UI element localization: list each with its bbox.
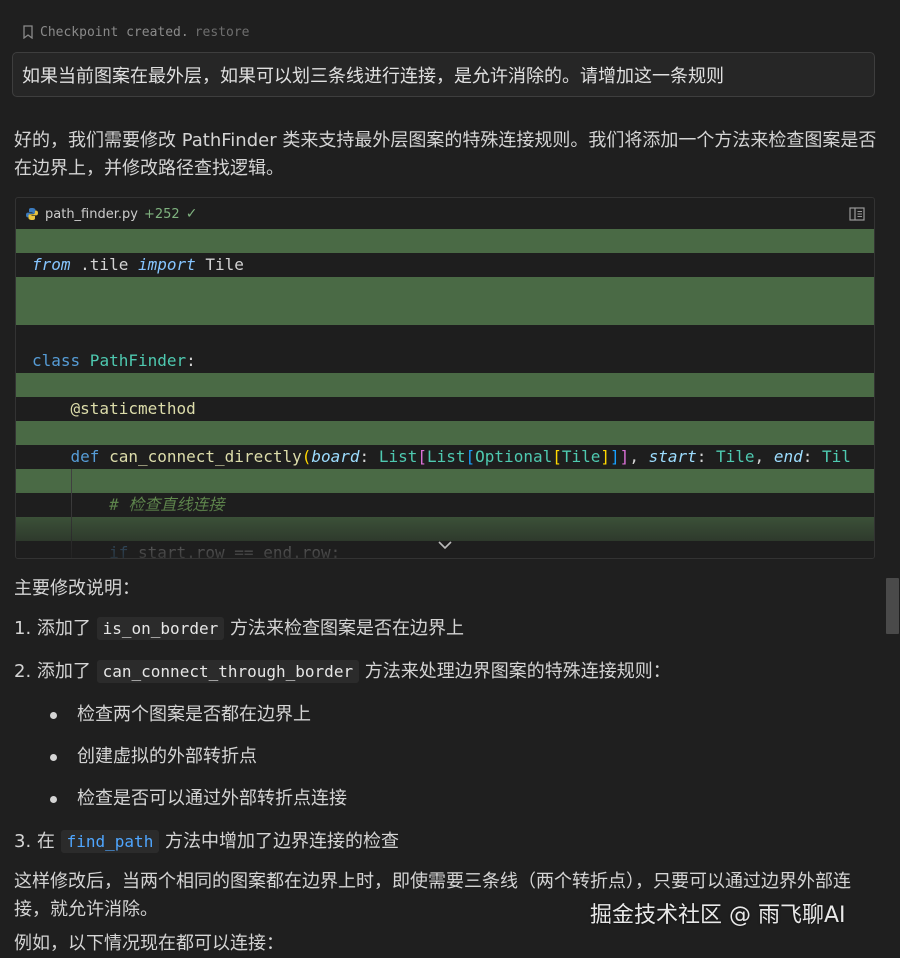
code-block-header: path_finder.py +252 ✓ xyxy=(16,198,874,230)
inline-code: can_connect_through_border xyxy=(96,660,360,683)
code-line: class PathFinder: xyxy=(32,351,196,370)
inline-code: is_on_border xyxy=(96,617,225,640)
code-line: @staticmethod xyxy=(70,399,196,418)
assistant-intro: 好的，我们需要修改 PathFinder 类来支持最外层图案的特殊连接规则。我们… xyxy=(14,130,877,179)
restore-link[interactable]: restore xyxy=(195,25,250,40)
code-line xyxy=(16,373,874,397)
checkpoint-text: Checkpoint created. xyxy=(40,24,189,40)
bookmark-icon xyxy=(23,25,33,39)
code-line xyxy=(16,469,874,493)
check-icon: ✓ xyxy=(185,206,198,222)
code-line: from .tile import Tile xyxy=(32,255,244,274)
bullet-item: 检查两个图案是否都在边界上 xyxy=(50,701,311,729)
scrollbar-thumb[interactable] xyxy=(886,578,899,634)
code-line: def can_connect_directly(board: List[Lis… xyxy=(70,447,851,466)
example-lead: 例如，以下情况现在都可以连接： xyxy=(14,933,284,954)
inline-code[interactable]: find_path xyxy=(60,830,160,853)
chevron-down-icon[interactable] xyxy=(436,538,454,552)
bullet-item: 检查是否可以通过外部转折点连接 xyxy=(50,785,347,813)
python-file-icon xyxy=(26,208,38,220)
code-line: # 检查直线连接 xyxy=(16,493,874,517)
code-line xyxy=(16,421,874,445)
bullet-item: 创建虚拟的外部转折点 xyxy=(50,743,257,771)
code-block: path_finder.py +252 ✓ from .tile import … xyxy=(15,197,875,559)
list-item: 1. 添加了 is_on_border 方法来检查图案是否在边界上 xyxy=(14,617,464,640)
code-line xyxy=(16,229,874,253)
list-item: 3. 在 find_path 方法中增加了边界连接的检查 xyxy=(14,830,400,853)
code-line xyxy=(16,301,874,325)
watermark: 掘金技术社区 @ 雨飞聊AI xyxy=(590,903,846,928)
summary-heading: 主要修改说明： xyxy=(14,578,140,599)
list-item: 2. 添加了 can_connect_through_border 方法来处理边… xyxy=(14,660,671,683)
user-message[interactable]: 如果当前图案在最外层，如果可以划三条线进行连接，是允许消除的。请增加这一条规则 xyxy=(12,52,875,97)
added-lines-count: +252 xyxy=(143,206,180,222)
code-editor[interactable]: from .tile import Tile class PathFinder:… xyxy=(16,229,874,558)
file-name[interactable]: path_finder.py xyxy=(45,207,138,222)
code-line xyxy=(16,277,874,301)
checkpoint-bar: Checkpoint created. restore xyxy=(22,22,250,42)
open-in-editor-icon[interactable] xyxy=(849,207,865,221)
